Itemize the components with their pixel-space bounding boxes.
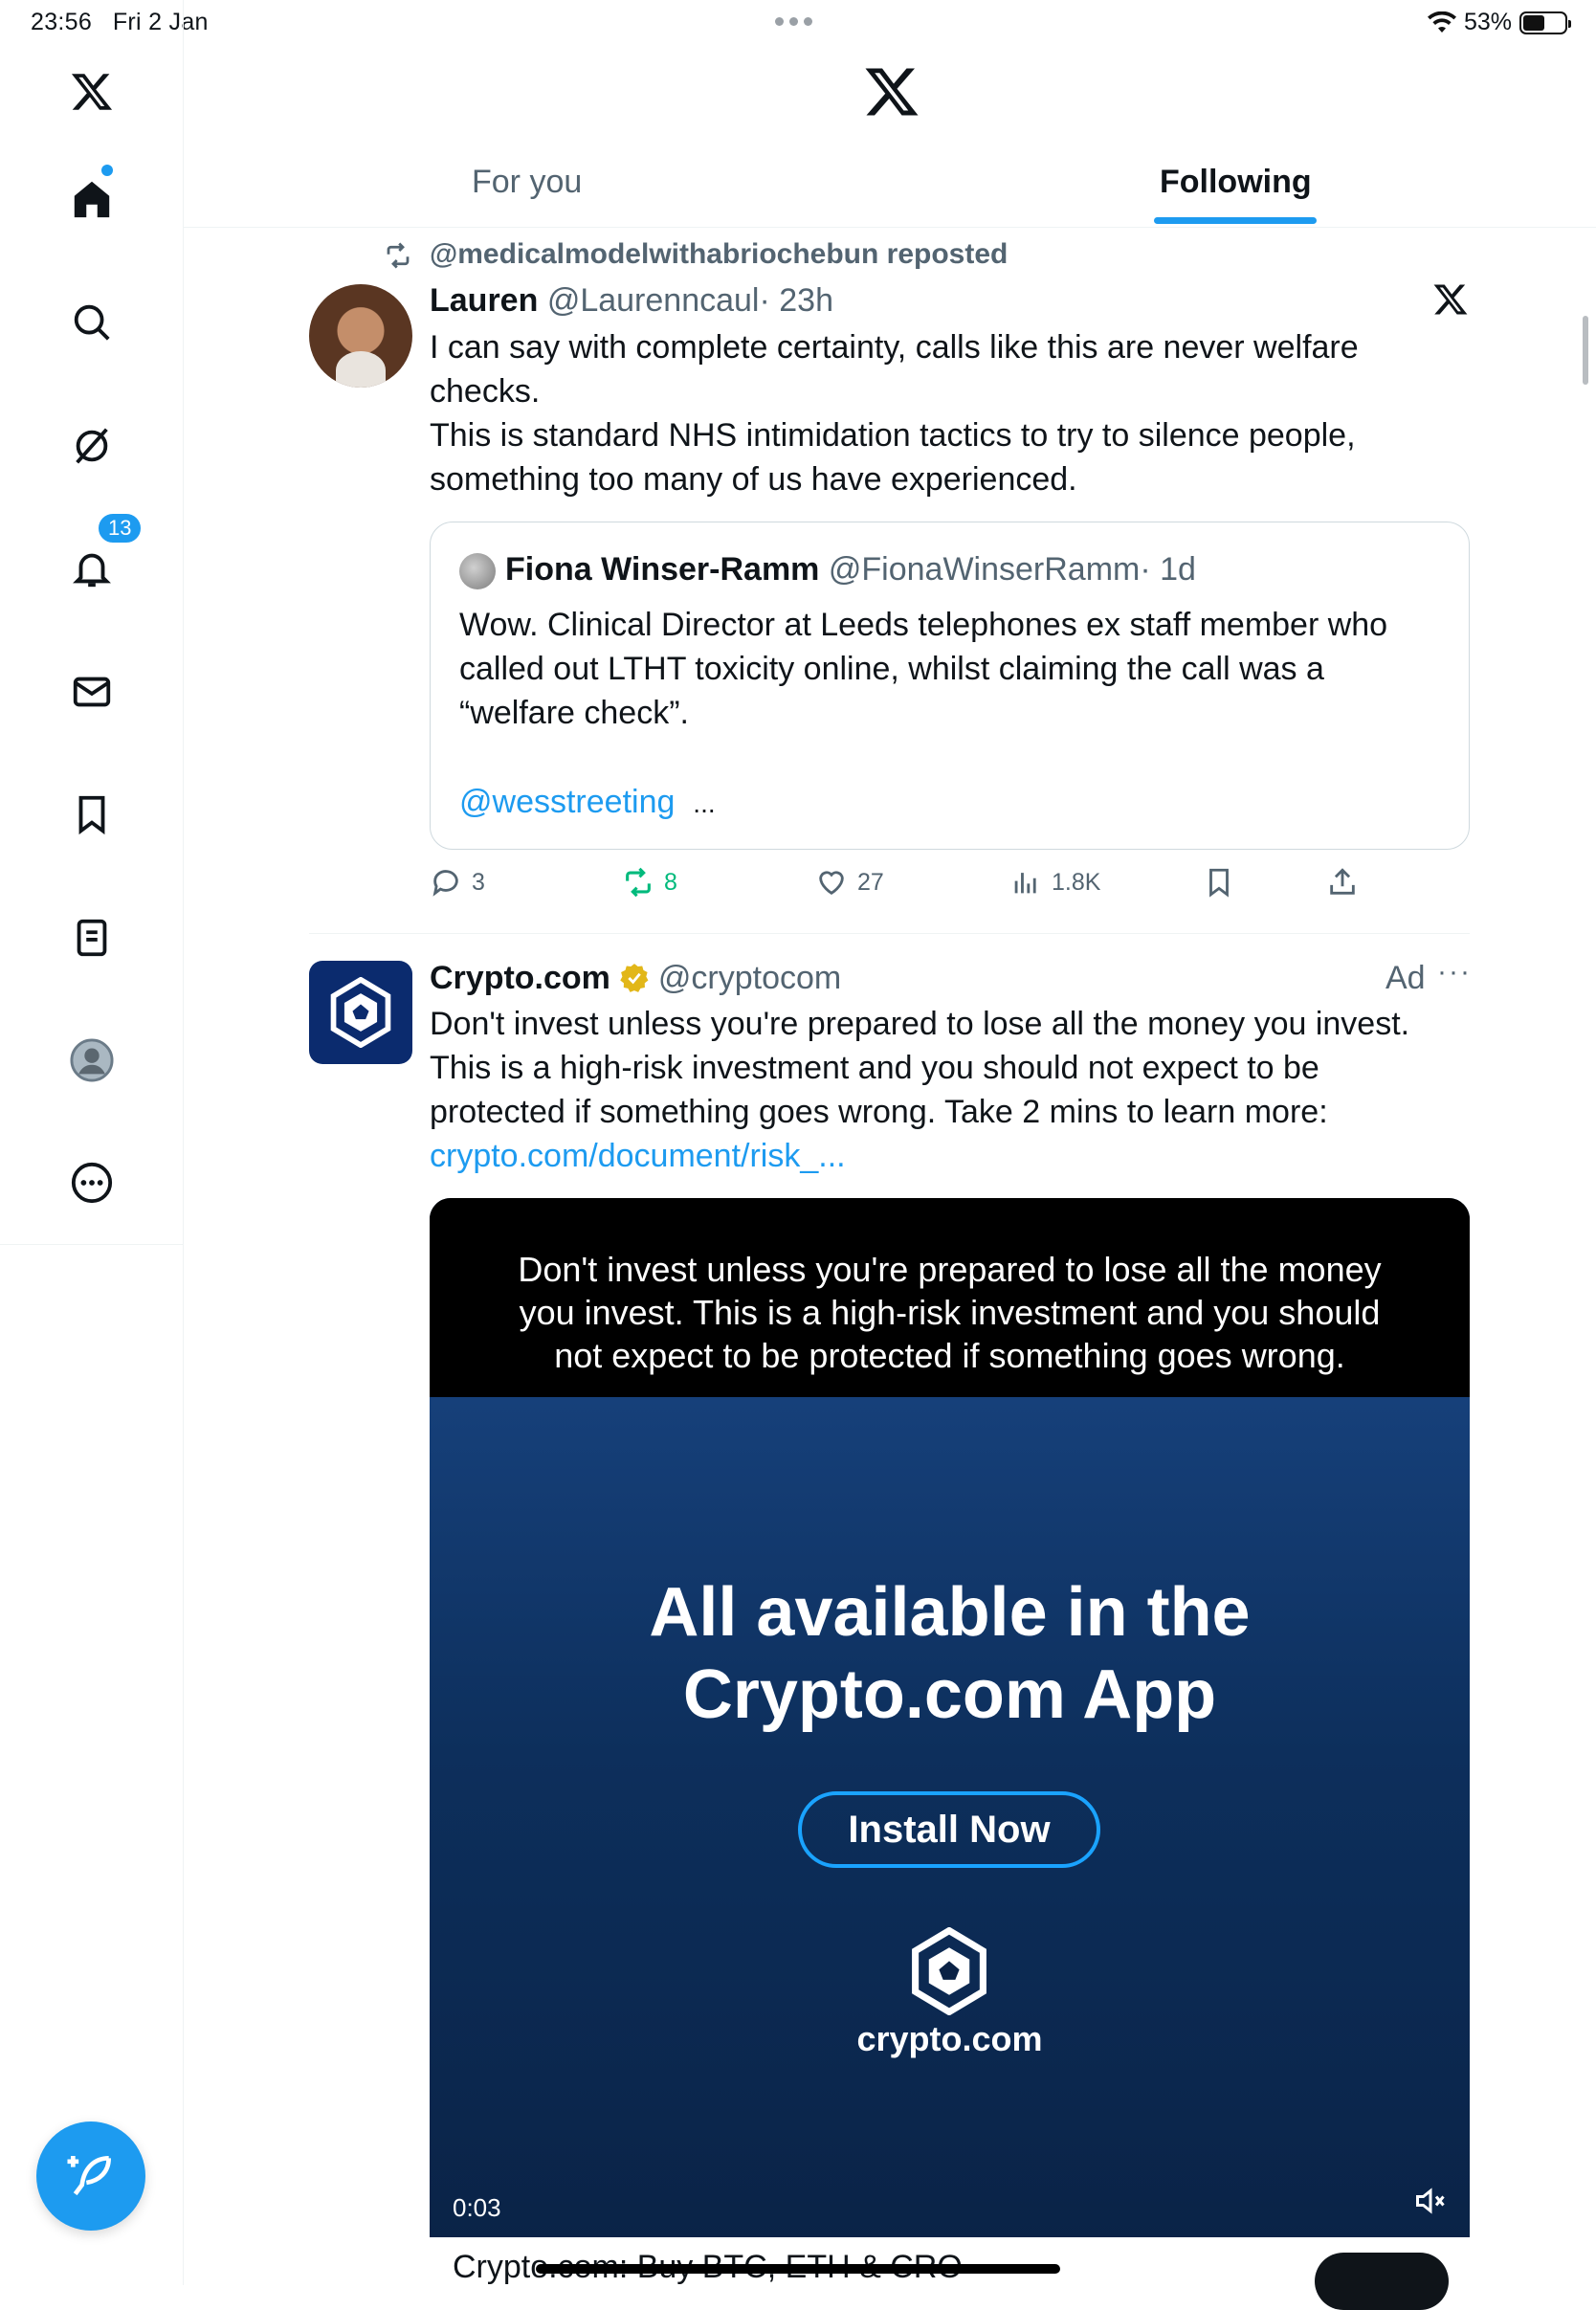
more-icon[interactable] <box>44 1135 140 1231</box>
quote-author[interactable]: Fiona Winser-Ramm <box>505 551 819 588</box>
repost-icon <box>626 867 651 898</box>
timeline-header: For you Following <box>184 44 1596 228</box>
wifi-icon <box>1427 11 1456 33</box>
ad-card-footer[interactable]: Crypto.com: Buy BTC, ETH & CRO <box>430 2237 1470 2310</box>
status-right: 53% <box>1427 9 1571 36</box>
ad-author[interactable]: Crypto.com <box>430 956 610 1000</box>
views-icon <box>1014 873 1036 894</box>
post-author-line: Lauren @Laurenncaul· 23h <box>430 278 833 322</box>
compose-button[interactable] <box>36 2121 145 2231</box>
cryptocom-avatar[interactable] <box>309 961 412 1064</box>
views-button[interactable]: 1.8K <box>1009 866 1100 899</box>
lists-icon[interactable] <box>44 890 140 986</box>
video-warning-line: you invest. This is a high-risk investme… <box>519 1293 1381 1332</box>
post-text-line: I can say with complete certainty, calls… <box>430 329 1359 366</box>
tab-following[interactable]: Following <box>1160 164 1312 201</box>
tab-for-you[interactable]: For you <box>472 164 582 201</box>
video-warning-line: not expect to be protected if something … <box>554 1336 1345 1375</box>
ad-video[interactable]: Don't invest unless you're prepared to l… <box>430 1198 1470 2285</box>
sidebar: 13 <box>0 0 184 2285</box>
video-headline: All available in the Crypto.com App <box>430 1571 1470 1736</box>
cryptocom-logo-icon <box>330 977 391 1048</box>
tab-active-indicator <box>1154 217 1317 224</box>
like-count: 27 <box>857 868 884 896</box>
quote-text-line: called out LTHT toxicity online, whilst … <box>459 651 1324 687</box>
quote-time: · 1d <box>1140 551 1196 588</box>
x-logo-icon <box>1433 284 1468 315</box>
quote-handle[interactable]: @FionaWinserRamm <box>829 551 1140 588</box>
compose-feather-icon <box>67 2156 111 2196</box>
sidebar-divider <box>0 1244 184 1245</box>
scrollbar[interactable] <box>1583 316 1588 385</box>
post-handle[interactable]: @Laurenncaul <box>547 282 760 319</box>
post-text-line: This is standard NHS intimidation tactic… <box>430 417 1356 454</box>
quote-mention-link[interactable]: @wesstreeting <box>459 784 675 820</box>
repost-count: 8 <box>664 868 677 896</box>
install-now-button[interactable]: Install Now <box>798 1791 1100 1868</box>
ad-label: Ad <box>1385 960 1426 996</box>
post-text-line: something too many of us have experience… <box>430 461 1077 498</box>
video-brand: crypto.com <box>856 2019 1043 2058</box>
bookmarks-icon[interactable] <box>44 766 140 862</box>
reply-count: 3 <box>472 868 485 896</box>
battery-icon <box>1519 11 1571 34</box>
x-logo-icon[interactable] <box>44 44 140 140</box>
repost-icon <box>387 242 410 269</box>
ad-text-line: protected if something goes wrong. Take … <box>430 1094 1328 1130</box>
ad-link[interactable]: crypto.com/document/risk_... <box>430 1134 846 1178</box>
share-button[interactable] <box>1326 866 1359 899</box>
repost-line[interactable]: @medicalmodelwithabriochebun reposted <box>430 233 1008 277</box>
post-author[interactable]: Lauren <box>430 282 538 319</box>
messages-icon[interactable] <box>44 644 140 740</box>
search-icon[interactable] <box>44 275 140 370</box>
ad-text-line: This is a high-risk investment and you s… <box>430 1050 1319 1086</box>
video-headline-line: All available in the <box>649 1574 1251 1651</box>
notifications-icon[interactable]: 13 <box>44 511 144 616</box>
x-logo-icon[interactable] <box>863 63 920 121</box>
cryptocom-logo-icon <box>912 1927 986 2015</box>
quote-text-line: Wow. Clinical Director at Leeds telephon… <box>459 607 1388 643</box>
post-time[interactable]: · 23h <box>759 282 833 319</box>
video-warning-text: Don't invest unless you're prepared to l… <box>430 1248 1470 1377</box>
video-headline-line: Crypto.com App <box>682 1656 1217 1733</box>
multitasking-dots[interactable] <box>775 17 812 26</box>
quote-mention-line: @wesstreeting ... <box>459 780 716 826</box>
post-divider <box>309 933 1470 934</box>
bookmark-button[interactable] <box>1203 866 1235 899</box>
mute-icon[interactable] <box>1413 2184 1448 2218</box>
home-indicator[interactable] <box>536 2264 1060 2274</box>
quote-ellipsis: ... <box>693 789 716 818</box>
status-bar: 23:56 Fri 2 Jan 53% <box>0 0 1596 44</box>
bookmark-icon <box>1209 868 1229 898</box>
unread-dot <box>101 165 113 176</box>
grok-icon[interactable] <box>44 398 140 494</box>
ad-text-line: Don't invest unless you're prepared to l… <box>430 1006 1410 1042</box>
home-icon[interactable] <box>44 151 140 247</box>
ad-handle[interactable]: @cryptocom <box>658 956 841 1000</box>
avatar-fiona[interactable] <box>459 553 496 589</box>
heart-icon <box>819 871 844 896</box>
battery-percent: 53% <box>1463 9 1512 35</box>
like-button[interactable]: 27 <box>815 866 884 899</box>
notifications-badge: 13 <box>96 511 144 545</box>
video-warning-line: Don't invest unless you're prepared to l… <box>518 1250 1382 1289</box>
more-options-icon[interactable]: ··· <box>1437 950 1472 994</box>
share-icon <box>1330 868 1355 895</box>
post-text-line: checks. <box>430 373 541 410</box>
verified-gold-badge-icon <box>620 964 649 992</box>
video-timestamp: 0:03 <box>453 2193 501 2222</box>
quote-text-line: “welfare check”. <box>459 695 689 731</box>
avatar-lauren[interactable] <box>309 284 412 388</box>
reply-icon <box>432 870 458 897</box>
ad-author-line: Crypto.com @cryptocom <box>430 956 841 1000</box>
ad-card-button[interactable] <box>1315 2253 1449 2310</box>
view-count: 1.8K <box>1052 868 1101 896</box>
reply-button[interactable]: 3 <box>430 866 485 899</box>
quote-author-line: Fiona Winser-Ramm @FionaWinserRamm· 1d <box>505 547 1196 591</box>
profile-avatar-icon[interactable] <box>44 1012 140 1108</box>
repost-button[interactable]: 8 <box>622 866 677 899</box>
